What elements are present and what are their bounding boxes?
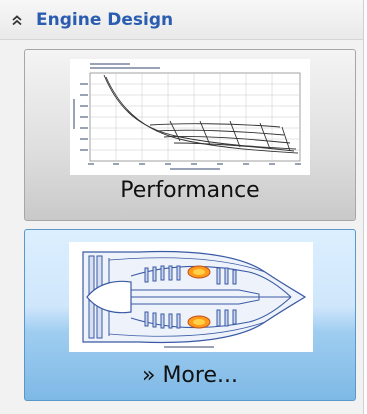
- performance-chart-thumbnail: [70, 59, 310, 175]
- performance-tile[interactable]: Performance: [24, 49, 356, 221]
- chevron-double-up-icon[interactable]: [10, 13, 24, 27]
- performance-tile-label: Performance: [120, 178, 260, 203]
- section-header[interactable]: Engine Design: [0, 0, 363, 40]
- section-title: Engine Design: [36, 9, 174, 30]
- more-tile-label: » More...: [142, 363, 238, 388]
- engine-design-panel: Engine Design Performance » More...: [0, 0, 364, 414]
- more-tile[interactable]: » More...: [24, 229, 356, 401]
- engine-cross-section-thumbnail: [69, 242, 313, 352]
